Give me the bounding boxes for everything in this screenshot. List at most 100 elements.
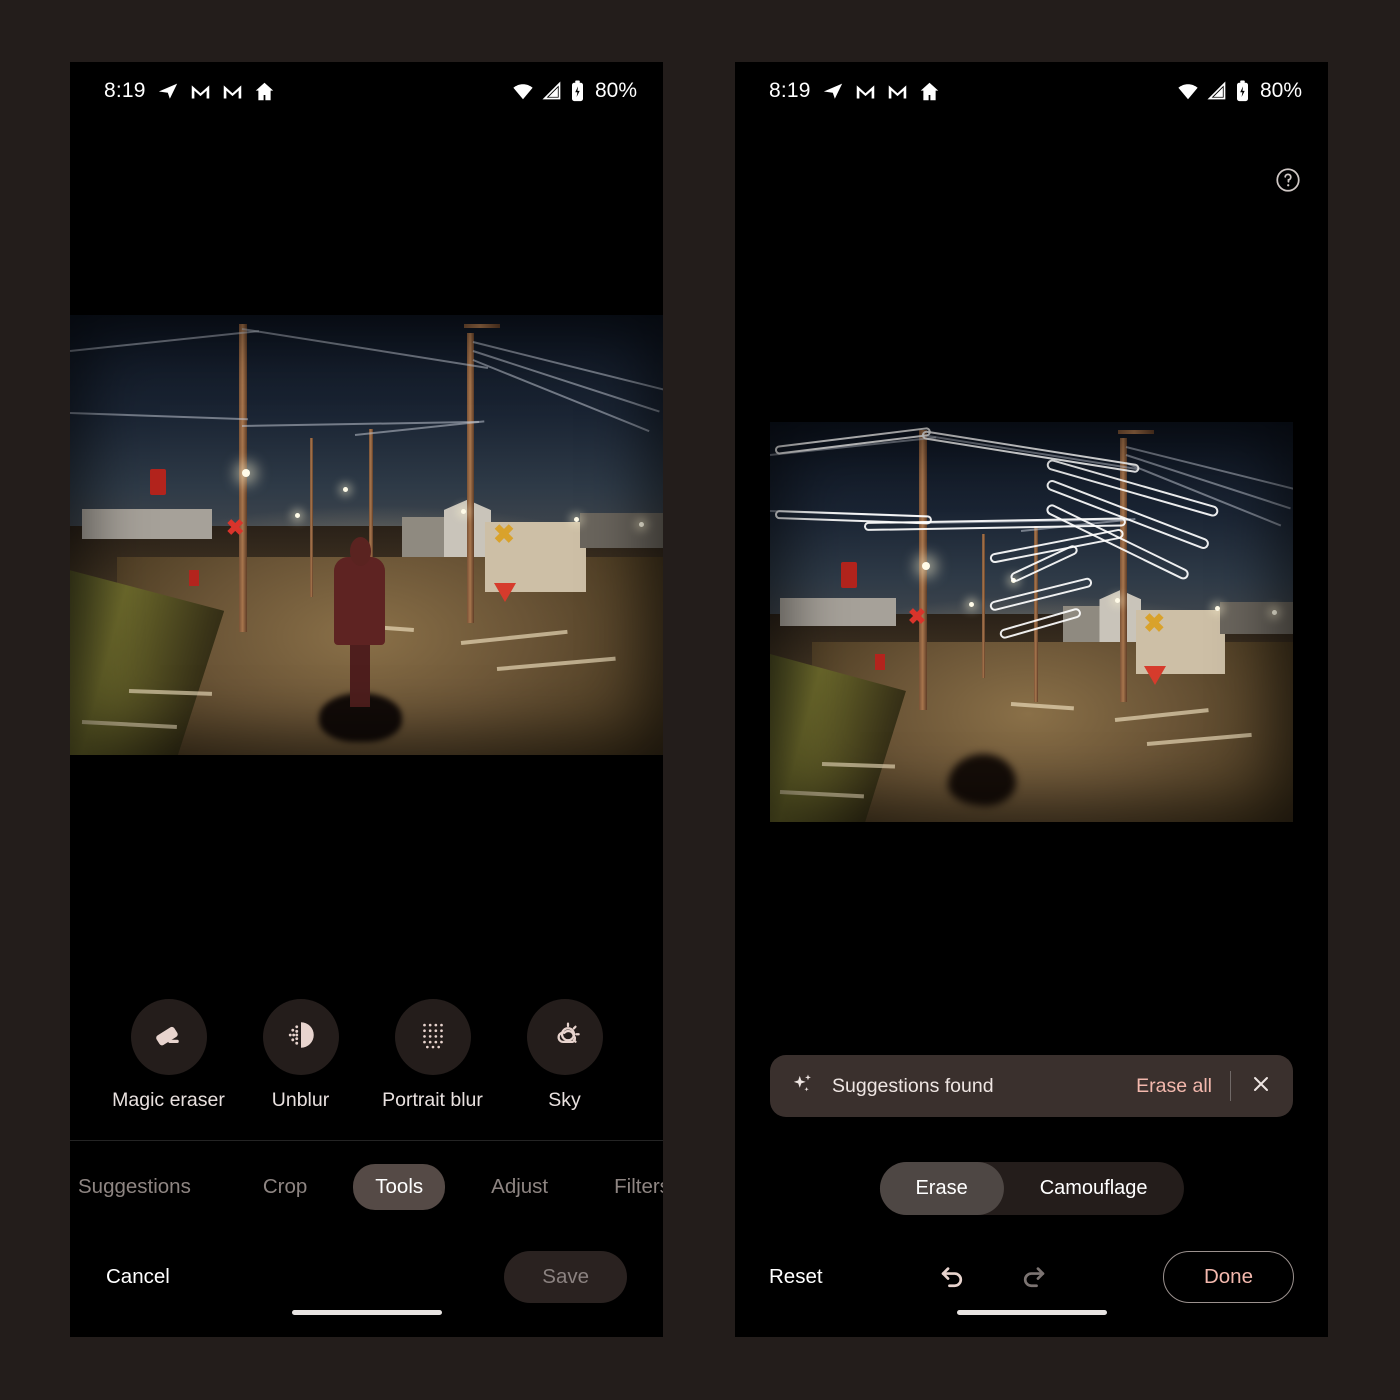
close-icon[interactable] bbox=[1249, 1072, 1273, 1101]
railroad-crossbuck-icon: ✖ bbox=[493, 519, 515, 550]
mode-erase[interactable]: Erase bbox=[879, 1162, 1004, 1215]
home-indicator bbox=[291, 1310, 442, 1315]
pole-crossarm bbox=[464, 323, 501, 328]
utility-pole bbox=[467, 332, 475, 623]
photo-scene: ✖ ✖ bbox=[770, 422, 1293, 822]
road-sign bbox=[150, 469, 167, 495]
road-sign bbox=[840, 562, 857, 588]
photo-scene: ✖ ✖ bbox=[70, 315, 663, 755]
gmail-icon bbox=[190, 81, 211, 102]
status-bar: 8:19 80% bbox=[70, 62, 663, 120]
bottom-action-bar: Cancel Save bbox=[70, 1234, 663, 1320]
tool-icon-container[interactable] bbox=[262, 999, 339, 1075]
utility-pole bbox=[1120, 438, 1128, 702]
tool-label: Sky bbox=[548, 1089, 581, 1111]
gmail-icon bbox=[222, 81, 243, 102]
battery-percent-label: 80% bbox=[594, 79, 637, 102]
tab-tools[interactable]: Tools bbox=[353, 1164, 446, 1210]
status-bar-left: 8:19 bbox=[769, 79, 940, 103]
tab-suggestions[interactable]: Suggestions bbox=[70, 1164, 213, 1210]
building bbox=[780, 598, 896, 626]
street-lamp bbox=[241, 469, 250, 477]
done-button[interactable]: Done bbox=[1162, 1251, 1294, 1303]
telegram-icon bbox=[157, 80, 179, 102]
tool-unblur[interactable]: Unblur bbox=[259, 999, 343, 1112]
gmail-icon bbox=[887, 81, 908, 102]
tool-icon-container[interactable] bbox=[394, 999, 471, 1075]
status-bar-left: 8:19 bbox=[104, 79, 275, 103]
utility-pole bbox=[239, 323, 247, 632]
telegram-icon bbox=[822, 80, 844, 102]
tool-icon-container[interactable] bbox=[130, 999, 207, 1075]
erase-all-button[interactable]: Erase all bbox=[1136, 1075, 1212, 1098]
person-head bbox=[349, 537, 372, 566]
undo-redo-group bbox=[936, 1258, 1050, 1297]
railroad-crossbuck-icon: ✖ bbox=[1143, 607, 1166, 638]
utility-pole bbox=[981, 534, 985, 678]
building bbox=[1219, 602, 1293, 634]
bottom-action-bar: Reset Done bbox=[735, 1234, 1328, 1320]
home-icon bbox=[919, 81, 940, 102]
help-circle-icon[interactable] bbox=[1274, 166, 1302, 194]
suggestions-banner: Suggestions found Erase all bbox=[770, 1055, 1293, 1117]
undo-icon[interactable] bbox=[936, 1258, 970, 1297]
street-lamp bbox=[921, 562, 930, 570]
wifi-icon bbox=[512, 80, 534, 102]
phone-screen-left: 8:19 80% ✖ ✖ Magic eraser Unblur Portrai… bbox=[70, 62, 663, 1337]
editor-tabs: Suggestions Crop Tools Adjust Filters bbox=[70, 1152, 663, 1222]
mode-camouflage[interactable]: Camouflage bbox=[1004, 1162, 1184, 1215]
battery-icon bbox=[570, 80, 585, 102]
status-bar-right: 80% bbox=[1177, 79, 1302, 103]
status-bar-clock: 8:19 bbox=[104, 79, 146, 102]
wifi-icon bbox=[1177, 80, 1199, 102]
portrait-blur-icon bbox=[416, 1018, 450, 1057]
battery-icon bbox=[1235, 80, 1250, 102]
street-lamp bbox=[342, 486, 348, 492]
tool-label: Magic eraser bbox=[112, 1089, 225, 1111]
tool-magic-eraser[interactable]: Magic eraser bbox=[112, 999, 225, 1112]
utility-pole bbox=[919, 430, 928, 710]
tool-label: Portrait blur bbox=[382, 1089, 483, 1111]
gmail-icon bbox=[855, 81, 876, 102]
railroad-crossbuck-icon: ✖ bbox=[225, 515, 245, 541]
tool-sky[interactable]: Sky bbox=[523, 999, 607, 1112]
home-icon bbox=[254, 81, 275, 102]
person-body bbox=[334, 557, 386, 645]
erased-area-smudge bbox=[947, 754, 1016, 806]
street-lamp bbox=[968, 602, 974, 607]
suggestions-label: Suggestions found bbox=[832, 1074, 994, 1097]
status-bar-clock: 8:19 bbox=[769, 79, 811, 102]
phone-screen-right: 8:19 80% ✖ ✖ Suggestions found Erase all… bbox=[735, 62, 1328, 1337]
redo-icon[interactable] bbox=[1016, 1258, 1050, 1297]
eraser-icon bbox=[151, 1017, 187, 1058]
reset-button[interactable]: Reset bbox=[769, 1265, 823, 1289]
mode-toggle: Erase Camouflage bbox=[879, 1162, 1184, 1215]
tool-label: Unblur bbox=[271, 1089, 330, 1111]
photo-canvas-edited[interactable]: ✖ ✖ bbox=[770, 422, 1293, 822]
tool-icon-container[interactable] bbox=[526, 999, 603, 1075]
cellular-signal-icon bbox=[1207, 81, 1227, 101]
road-sign bbox=[188, 570, 199, 587]
banner-divider bbox=[1230, 1071, 1231, 1101]
save-button[interactable]: Save bbox=[504, 1251, 627, 1303]
tool-portrait-blur[interactable]: Portrait blur bbox=[382, 999, 483, 1112]
battery-percent-label: 80% bbox=[1259, 79, 1302, 102]
tab-filters[interactable]: Filters bbox=[592, 1164, 663, 1210]
tab-adjust[interactable]: Adjust bbox=[469, 1164, 570, 1210]
railroad-crossbuck-icon: ✖ bbox=[907, 604, 927, 629]
building bbox=[579, 513, 663, 549]
yield-sign bbox=[1143, 666, 1166, 685]
building bbox=[81, 508, 213, 540]
road-sign bbox=[874, 654, 885, 670]
status-bar: 8:19 80% bbox=[735, 62, 1328, 120]
yield-sign bbox=[493, 583, 516, 603]
tabs-divider bbox=[70, 1140, 663, 1141]
pole-crossarm bbox=[1117, 430, 1154, 434]
tab-crop[interactable]: Crop bbox=[241, 1164, 329, 1210]
cancel-button[interactable]: Cancel bbox=[106, 1265, 170, 1289]
cellular-signal-icon bbox=[542, 81, 562, 101]
unblur-icon bbox=[284, 1018, 318, 1057]
home-indicator bbox=[956, 1310, 1107, 1315]
sky-icon bbox=[547, 1017, 583, 1058]
photo-canvas-original[interactable]: ✖ ✖ bbox=[70, 315, 663, 755]
